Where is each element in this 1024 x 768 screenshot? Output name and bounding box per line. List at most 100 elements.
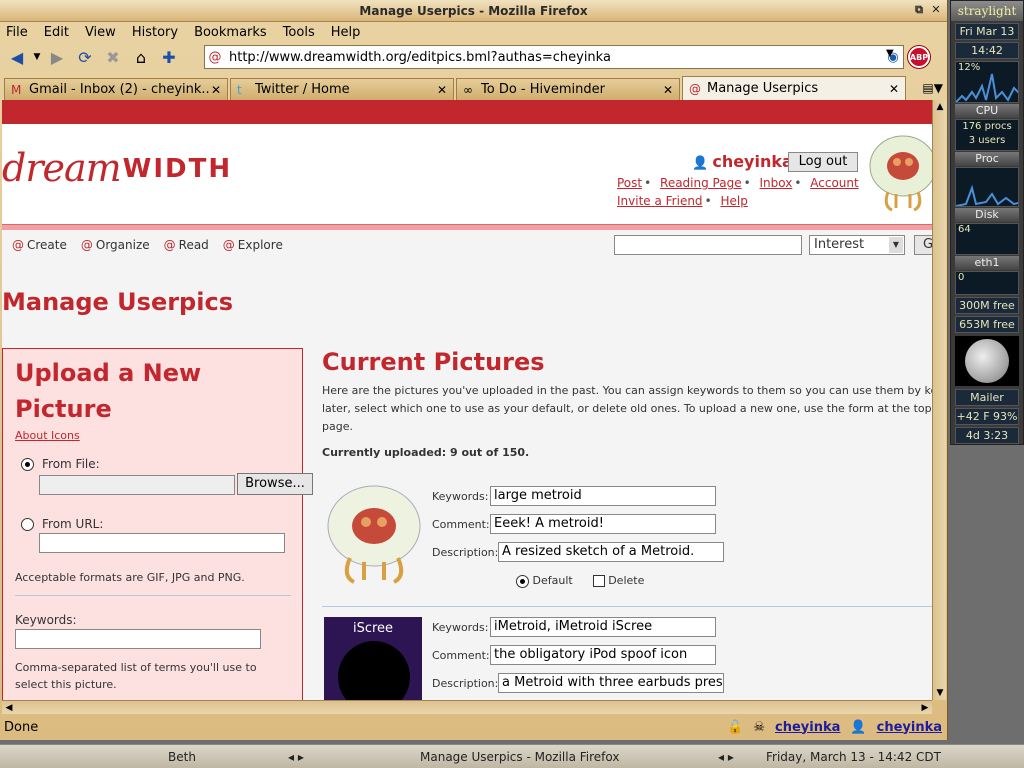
- close-icon[interactable]: ✕: [929, 3, 943, 17]
- dreamwidth-logo[interactable]: dream WIDTH: [2, 146, 232, 190]
- vertical-scrollbar[interactable]: ▲ ▼: [932, 100, 946, 700]
- tab-hiveminder[interactable]: ∞ To Do - Hiveminder ✕: [456, 78, 680, 100]
- imetroid-userpic[interactable]: iScree: [324, 617, 422, 700]
- back-icon[interactable]: ◀: [4, 44, 30, 70]
- status-user-link-2[interactable]: cheyinka: [877, 720, 942, 735]
- scroll-right-icon[interactable]: ▶: [918, 701, 932, 715]
- search-type-value: Interest: [814, 237, 865, 252]
- post-link[interactable]: Post: [617, 176, 642, 190]
- url-dropdown-icon[interactable]: ▼: [886, 48, 894, 59]
- account-link[interactable]: Account: [810, 176, 858, 190]
- scroll-left-icon[interactable]: ◀: [2, 701, 16, 715]
- tab-close-icon[interactable]: ✕: [211, 83, 221, 97]
- from-url-option[interactable]: From URL:: [21, 517, 103, 531]
- help-link[interactable]: Help: [720, 194, 747, 208]
- skull-icon: ☠: [753, 719, 766, 735]
- comment-label: Comment:: [432, 518, 490, 531]
- disk-value: 64: [958, 224, 971, 235]
- temperature-display: +42 F 93%: [955, 408, 1019, 425]
- username-link[interactable]: cheyinka: [712, 152, 792, 171]
- keywords-input[interactable]: [15, 629, 261, 649]
- tab-label: Gmail - Inbox (2) - cheyink...: [29, 82, 211, 97]
- comment-field[interactable]: Eeek! A metroid!: [490, 514, 716, 534]
- from-file-radio[interactable]: [21, 457, 34, 471]
- cpu-graph: 12%: [955, 61, 1019, 103]
- nav-label: Organize: [95, 238, 150, 252]
- comment-field[interactable]: the obligatory iPod spoof icon: [490, 645, 716, 665]
- tab-twitter[interactable]: t Twitter / Home ✕: [230, 78, 454, 100]
- tab-close-icon[interactable]: ✕: [437, 83, 447, 97]
- from-url-radio[interactable]: [21, 517, 34, 531]
- file-path-input[interactable]: [39, 475, 235, 495]
- nav-read[interactable]: @ Read: [164, 238, 209, 252]
- keywords-field[interactable]: iMetroid, iMetroid iScree: [490, 617, 716, 637]
- nav-organize[interactable]: @ Organize: [81, 238, 150, 252]
- taskbar-arrows-icon[interactable]: ◂ ▸: [288, 750, 304, 764]
- window-titlebar[interactable]: Manage Userpics - Mozilla Firefox ⧉ ✕: [0, 0, 947, 22]
- user-avatar[interactable]: [868, 130, 932, 212]
- menu-help[interactable]: Help: [329, 25, 363, 40]
- back-history-icon[interactable]: ▼: [32, 44, 42, 70]
- logout-button[interactable]: Log out: [788, 152, 858, 172]
- menu-tools[interactable]: Tools: [281, 25, 317, 40]
- reading-page-link[interactable]: Reading Page: [660, 176, 742, 190]
- browse-button[interactable]: Browse...: [237, 473, 313, 495]
- tab-gmail[interactable]: M Gmail - Inbox (2) - cheyink... ✕: [4, 78, 228, 100]
- menu-edit[interactable]: Edit: [42, 25, 71, 40]
- default-option[interactable]: Default: [516, 574, 573, 588]
- user-box: 👤 cheyinka: [692, 152, 793, 171]
- url-input[interactable]: [39, 533, 285, 553]
- taskbar-item-beth[interactable]: Beth: [168, 750, 196, 764]
- upload-count: Currently uploaded: 9 out of 150.: [322, 446, 530, 459]
- site-search-input[interactable]: [614, 235, 802, 255]
- scroll-up-icon[interactable]: ▲: [933, 100, 947, 114]
- from-file-option[interactable]: From File:: [21, 457, 100, 471]
- tab-manage-userpics[interactable]: @ Manage Userpics ✕: [682, 76, 906, 100]
- forward-icon[interactable]: ▶: [44, 44, 70, 70]
- metroid-silhouette: [338, 641, 410, 700]
- tab-list-icon[interactable]: ▤▼: [922, 81, 943, 95]
- tab-close-icon[interactable]: ✕: [663, 83, 673, 97]
- keywords-field[interactable]: large metroid: [490, 486, 716, 506]
- lock-icon: 🔓: [727, 719, 744, 735]
- menu-bookmarks[interactable]: Bookmarks: [192, 25, 269, 40]
- status-user-link[interactable]: cheyinka: [775, 720, 840, 735]
- stop-icon[interactable]: ✖: [100, 44, 126, 70]
- metroid-userpic[interactable]: [324, 484, 424, 584]
- default-radio[interactable]: [516, 574, 529, 588]
- taskbar-item-firefox[interactable]: Manage Userpics - Mozilla Firefox: [420, 750, 619, 764]
- tab-close-icon[interactable]: ✕: [889, 82, 899, 96]
- about-icons-link[interactable]: About Icons: [15, 429, 80, 442]
- restore-icon[interactable]: ⧉: [912, 3, 926, 17]
- url-bar[interactable]: @ http://www.dreamwidth.org/editpics.bml…: [204, 45, 904, 69]
- menu-history[interactable]: History: [130, 25, 180, 40]
- url-text[interactable]: http://www.dreamwidth.org/editpics.bml?a…: [225, 50, 883, 65]
- site-header: dream WIDTH 👤 cheyinka Log out Post • Rea…: [2, 124, 932, 224]
- user-links: Post • Reading Page • Inbox • Account Invit…: [617, 176, 859, 208]
- search-type-select[interactable]: Interest ▼: [809, 235, 905, 255]
- taskbar-arrows-icon[interactable]: ◂ ▸: [718, 750, 734, 764]
- dreamwidth-icon: @: [689, 81, 701, 96]
- nav-explore[interactable]: @ Explore: [223, 238, 283, 252]
- scroll-down-icon[interactable]: ▼: [933, 686, 947, 700]
- reload-icon[interactable]: ⟳: [72, 44, 98, 70]
- adblock-icon[interactable]: ABP: [908, 46, 930, 68]
- menu-file[interactable]: File: [4, 25, 30, 40]
- delete-checkbox[interactable]: [592, 575, 605, 588]
- userpic-caption: iScree: [352, 621, 394, 636]
- description-field[interactable]: a Metroid with three earbuds press: [498, 673, 724, 693]
- menu-view[interactable]: View: [83, 25, 118, 40]
- intro-text: Here are the pictures you've uploaded in…: [322, 382, 932, 436]
- description-field[interactable]: A resized sketch of a Metroid.: [498, 542, 724, 562]
- nav-create[interactable]: @ Create: [12, 238, 67, 252]
- description-label: Description:: [432, 546, 499, 559]
- search-go-button[interactable]: G: [914, 235, 932, 255]
- mailer-label[interactable]: Mailer: [955, 389, 1019, 406]
- inbox-link[interactable]: Inbox: [760, 176, 793, 190]
- invite-friend-link[interactable]: Invite a Friend: [617, 194, 703, 208]
- delete-option[interactable]: Delete: [592, 574, 644, 588]
- horizontal-scrollbar[interactable]: ◀ ▶: [2, 700, 932, 714]
- bookmark-add-icon[interactable]: ✚: [156, 44, 182, 70]
- taskbar: Beth ◂ ▸ Manage Userpics - Mozilla Firef…: [0, 744, 1024, 768]
- home-icon[interactable]: ⌂: [128, 44, 154, 70]
